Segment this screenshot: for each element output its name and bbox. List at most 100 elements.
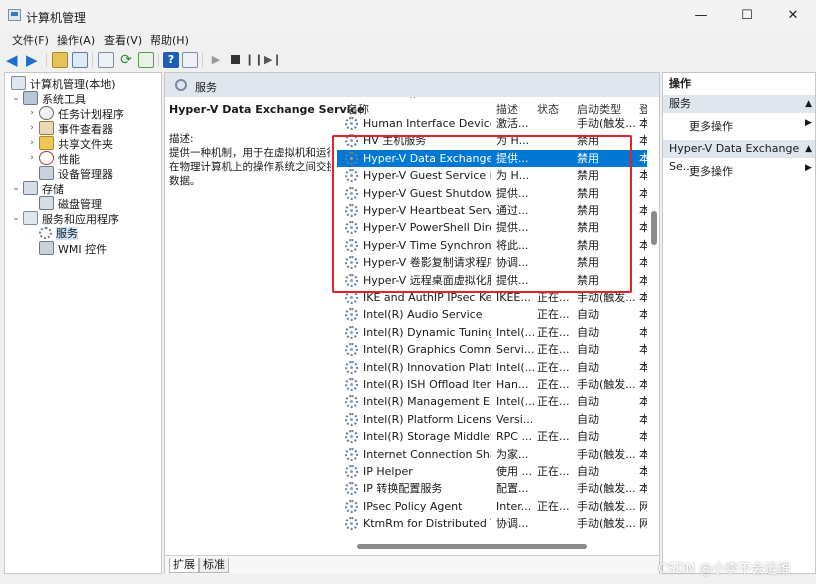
properties-icon[interactable] xyxy=(98,52,114,68)
service-row[interactable]: IP Helper 使用 ... 正在... 自动 本 xyxy=(337,463,647,480)
service-logon: 网 xyxy=(639,499,647,513)
tree-node-services[interactable]: 服务 xyxy=(39,226,78,241)
service-description-cell: Han... xyxy=(496,378,529,391)
service-logon: 本 xyxy=(639,273,647,287)
help-icon[interactable]: ? xyxy=(163,52,179,68)
service-logon: 本 xyxy=(639,291,647,304)
service-row[interactable]: Intel(R) ISH Offload Item S... Han... 正在..… xyxy=(337,376,647,393)
tree-node-event-viewer[interactable]: › 事件查看器 xyxy=(30,121,113,136)
actions-group-services[interactable]: 服务 ▲ xyxy=(663,95,815,113)
service-description-cell: RPC ... xyxy=(496,430,532,444)
system-tools-icon xyxy=(23,91,38,105)
tree-node-system-tools[interactable]: ⌄ 系统工具 xyxy=(12,91,86,106)
expand-chevron-icon[interactable]: › xyxy=(27,106,37,121)
tree-node-task-scheduler[interactable]: › 任务计划程序 xyxy=(30,106,124,121)
menu-help[interactable]: 帮助(H) xyxy=(150,32,189,48)
service-logon: 本 xyxy=(639,465,647,478)
tree-node-device-manager[interactable]: 设备管理器 xyxy=(39,166,113,181)
service-name: Intel(R) Audio Service xyxy=(363,308,483,322)
refresh-icon[interactable]: ⟳ xyxy=(118,52,134,68)
horizontal-scroll-thumb[interactable] xyxy=(357,544,587,549)
service-row[interactable]: Intel(R) Dynamic Tuning T... Intel(...正在.… xyxy=(337,324,647,341)
back-arrow-icon[interactable]: ◀ xyxy=(6,52,22,68)
service-startup-type: 手动(触发... xyxy=(577,517,636,531)
show-action-pane-icon[interactable] xyxy=(182,52,198,68)
tree-node-storage[interactable]: ⌄ 存储 xyxy=(12,181,64,196)
expand-chevron-icon[interactable]: › xyxy=(27,121,37,136)
service-description-cell: Inter... xyxy=(496,499,532,513)
tree-node-disk-management[interactable]: 磁盘管理 xyxy=(39,196,102,211)
highlight-annotation-box xyxy=(332,135,632,293)
service-logon: 本 xyxy=(639,117,647,130)
close-button[interactable]: ✕ xyxy=(770,0,816,32)
service-row[interactable]: IPsec Policy Agent Inter... 正在... 手动(触发... 网 xyxy=(337,498,647,515)
service-logon: 本 xyxy=(639,430,647,444)
service-name: Human Interface Device S... xyxy=(363,117,491,130)
vertical-scroll-thumb[interactable] xyxy=(651,211,657,245)
menu-file[interactable]: 文件(F) xyxy=(12,32,49,48)
menu-action[interactable]: 操作(A) xyxy=(57,32,95,48)
service-description-cell: Intel(... xyxy=(496,325,534,339)
tree-node-computer-management[interactable]: 计算机管理(本地) xyxy=(11,76,116,91)
more-actions-selected-service[interactable]: 更多操作 ▶ xyxy=(689,163,812,179)
restart-service-icon[interactable]: ▶❙ xyxy=(264,52,282,68)
service-logon: 本 xyxy=(639,343,647,357)
service-row[interactable]: KtmRm for Distributed Tra... 协调... 手动(触发..… xyxy=(337,515,647,532)
vertical-scrollbar[interactable] xyxy=(649,97,659,543)
service-row[interactable]: Intel(R) Graphics Comman... Servi...正在...… xyxy=(337,341,647,358)
expand-chevron-icon[interactable]: › xyxy=(27,151,37,166)
menu-view[interactable]: 查看(V) xyxy=(104,32,142,48)
service-name: Internet Connection Sharin... xyxy=(363,447,491,461)
service-logon: 本 xyxy=(639,151,647,165)
start-service-icon[interactable]: ▶ xyxy=(208,52,224,68)
forward-arrow-icon[interactable]: ▶ xyxy=(26,52,42,68)
service-status: 正在... xyxy=(537,325,570,339)
service-row[interactable]: Intel(R) Storage Middlewar... RPC ... 正在..… xyxy=(337,428,647,445)
horizontal-scrollbar[interactable] xyxy=(337,541,647,551)
service-row[interactable]: Intel(R) Innovation Platfor... Intel(...正… xyxy=(337,359,647,376)
window-title: 计算机管理 xyxy=(26,11,87,25)
service-row[interactable]: IP 转换配置服务 配置... 手动(触发... 本 xyxy=(337,480,647,497)
more-actions-services[interactable]: 更多操作 ▶ xyxy=(689,118,812,134)
service-logon: 本 xyxy=(639,134,647,148)
tree-node-shared-folders[interactable]: › 共享文件夹 xyxy=(30,136,113,151)
service-row[interactable]: Intel(R) Management Engi... Intel(...正在..… xyxy=(337,393,647,410)
gear-icon xyxy=(345,465,358,478)
service-row[interactable]: Intel(R) Platform License M... Versi... 自动… xyxy=(337,411,647,428)
service-logon: 网 xyxy=(639,517,647,531)
actions-group-selected-service[interactable]: Hyper-V Data Exchange Se... ▲ xyxy=(663,140,815,173)
service-row[interactable]: Intel(R) Audio Service 正在... 自动 本 xyxy=(337,306,647,323)
service-row[interactable]: Human Interface Device S... 激活... 手动(触发...… xyxy=(337,115,647,132)
gear-icon xyxy=(345,343,358,357)
gear-icon xyxy=(345,378,358,391)
gear-icon xyxy=(345,412,358,426)
maximize-button[interactable]: ☐ xyxy=(724,0,770,32)
collapse-triangle-icon[interactable]: ▲ xyxy=(805,140,812,158)
tree-node-wmi-control[interactable]: WMI 控件 xyxy=(39,241,107,256)
collapse-chevron-icon[interactable]: ⌄ xyxy=(11,211,21,226)
performance-icon xyxy=(39,151,54,165)
wmi-icon xyxy=(39,241,54,255)
sort-caret-icon: ^ xyxy=(409,97,417,105)
service-name: Intel(R) Platform License M... xyxy=(363,412,491,426)
stop-service-icon[interactable] xyxy=(227,52,243,68)
service-name: IP Helper xyxy=(363,465,413,478)
tree-node-services-and-applications[interactable]: ⌄ 服务和应用程序 xyxy=(12,211,119,226)
tab-extended[interactable]: 扩展 xyxy=(169,558,199,573)
service-logon: 本 xyxy=(639,378,647,391)
service-status: 正在... xyxy=(537,465,570,478)
service-startup-type: 自动 xyxy=(577,395,599,409)
collapse-triangle-icon[interactable]: ▲ xyxy=(805,95,812,113)
minimize-button[interactable]: — xyxy=(678,0,724,32)
collapse-chevron-icon[interactable]: ⌄ xyxy=(11,181,21,196)
show-hide-tree-icon[interactable] xyxy=(72,52,88,68)
up-folder-icon[interactable] xyxy=(52,52,68,68)
export-list-icon[interactable] xyxy=(138,52,154,68)
tab-standard[interactable]: 标准 xyxy=(199,558,229,573)
collapse-chevron-icon[interactable]: ⌄ xyxy=(11,91,21,106)
pause-service-icon[interactable]: ❙❙ xyxy=(245,52,263,68)
expand-chevron-icon[interactable]: › xyxy=(27,136,37,151)
tree-node-performance[interactable]: › 性能 xyxy=(30,151,80,166)
service-status: 正在... xyxy=(537,360,570,374)
service-row[interactable]: Internet Connection Sharin... 为家... 手动(触发.… xyxy=(337,446,647,463)
